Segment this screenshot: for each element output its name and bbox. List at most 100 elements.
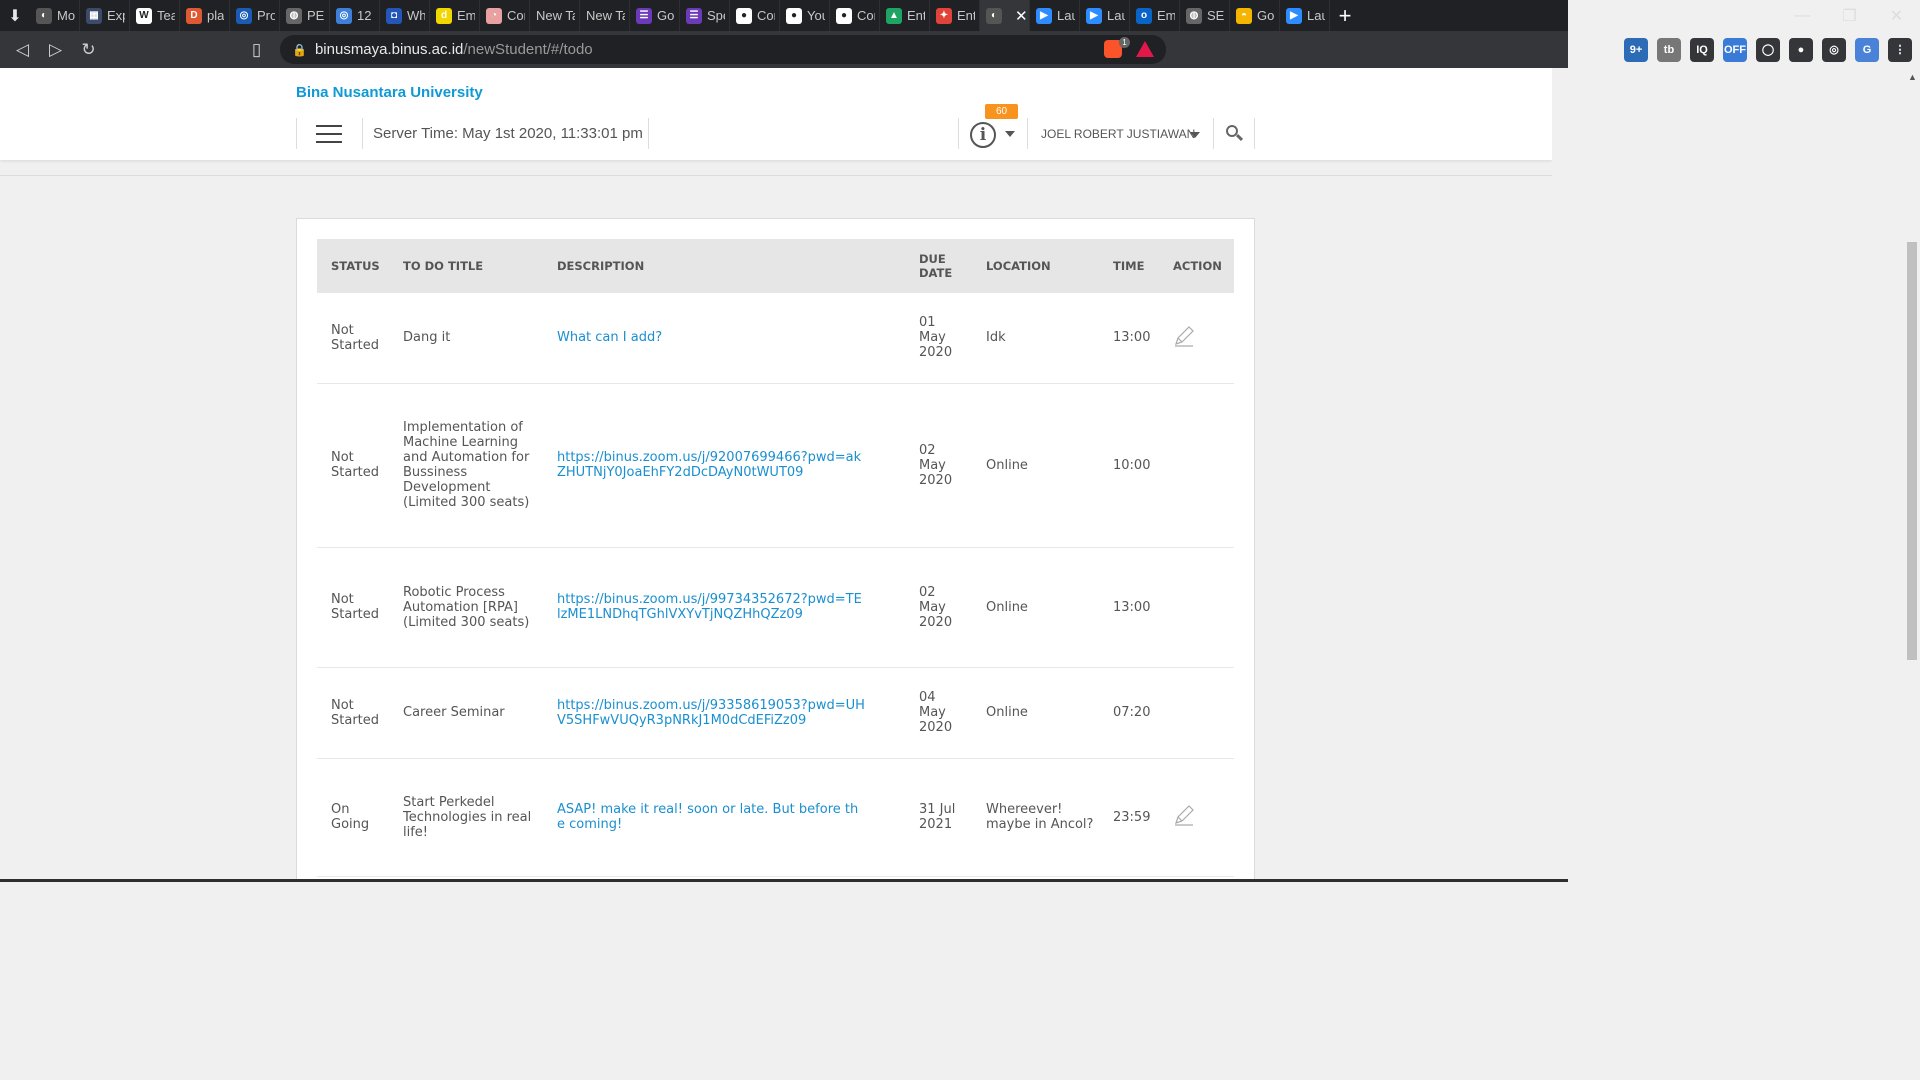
browser-tab[interactable]: ☰ Go bbox=[630, 0, 680, 31]
browser-tab[interactable]: o Em bbox=[1130, 0, 1180, 31]
edit-pencil-icon[interactable] bbox=[1173, 804, 1195, 826]
browser-tab[interactable]: W Tea bbox=[130, 0, 180, 31]
extension-icon[interactable]: ◎ bbox=[1822, 37, 1846, 62]
chevron-down-icon[interactable] bbox=[1190, 132, 1200, 138]
page-viewport: Bina Nusantara University Server Time: M… bbox=[0, 68, 1552, 882]
tab-title: Go bbox=[657, 8, 675, 23]
browser-tab[interactable]: Dpla bbox=[180, 0, 230, 31]
table-row[interactable]: On Going Start Perkedel Technologies in r… bbox=[317, 758, 1234, 877]
browser-tab[interactable]: ◍ PEN bbox=[280, 0, 330, 31]
notification-button[interactable]: i bbox=[970, 122, 1000, 150]
column-header-time[interactable]: TIME bbox=[1099, 239, 1159, 293]
browser-tab[interactable]: New Tab bbox=[530, 0, 580, 31]
address-bar[interactable]: 🔒 binusmaya.binus.ac.id/newStudent/#/tod… bbox=[280, 35, 1166, 64]
forward-button[interactable]: ▷ bbox=[39, 33, 72, 66]
browser-tab[interactable]: ✦ Ent bbox=[930, 0, 980, 31]
browser-tab[interactable]: d Em bbox=[430, 0, 480, 31]
table-row[interactable]: Not Started Implementation of Machine Lea… bbox=[317, 383, 1234, 548]
extension-icon[interactable]: ⋮ bbox=[1888, 37, 1912, 62]
download-icon[interactable]: ⬇ bbox=[0, 0, 30, 31]
extension-icon[interactable]: tb bbox=[1657, 37, 1681, 62]
due-date-part: 2020 bbox=[919, 472, 953, 488]
extension-icon[interactable]: OFF bbox=[1723, 37, 1747, 62]
edit-pencil-icon[interactable] bbox=[1173, 325, 1195, 347]
action-cell bbox=[1159, 667, 1234, 759]
due-date-part: 2020 bbox=[919, 614, 953, 630]
browser-tab[interactable]: ◎ Pro bbox=[230, 0, 280, 31]
tab-title: You bbox=[807, 8, 825, 23]
table-row[interactable]: Not Started Robotic Process Automation [R… bbox=[317, 547, 1234, 668]
divider bbox=[0, 175, 1552, 176]
due-date-cell: 04 May 2020 bbox=[905, 667, 972, 759]
description-link[interactable]: ASAP! make it real! soon or late. But be… bbox=[543, 758, 905, 877]
browser-tab[interactable]: ▶ Lau bbox=[1080, 0, 1130, 31]
scroll-up-icon[interactable]: ▲ bbox=[1908, 72, 1917, 82]
browser-tab[interactable]: ▦ Exp bbox=[80, 0, 130, 31]
brave-rewards-icon[interactable] bbox=[1136, 41, 1154, 57]
due-date-part: 2021 bbox=[919, 817, 953, 832]
due-date-part: 02 bbox=[919, 584, 936, 600]
minimize-button[interactable]: — bbox=[1779, 0, 1826, 31]
tab-title: Exp bbox=[107, 8, 125, 23]
status-cell: Not Started bbox=[317, 547, 389, 668]
tab-title: Wh bbox=[407, 8, 425, 23]
divider bbox=[1213, 118, 1214, 149]
due-date-part: May bbox=[919, 457, 946, 473]
browser-tab[interactable]: New Tab bbox=[580, 0, 630, 31]
due-date-part: 2020 bbox=[919, 720, 953, 735]
chevron-down-icon[interactable] bbox=[1005, 131, 1015, 137]
browser-tab[interactable]: ◘ Wh bbox=[380, 0, 430, 31]
description-link[interactable]: https://binus.zoom.us/j/93358619053?pwd=… bbox=[543, 667, 905, 759]
description-link[interactable]: https://binus.zoom.us/j/99734352672?pwd=… bbox=[543, 547, 905, 668]
description-link[interactable]: What can I add? bbox=[543, 293, 905, 384]
restore-button[interactable]: ❐ bbox=[1826, 0, 1873, 31]
table-row[interactable]: Not Started Dang it What can I add? 01 May 20… bbox=[317, 293, 1234, 384]
browser-tab[interactable]: ▲ Ent bbox=[880, 0, 930, 31]
tab-title: Go bbox=[1257, 8, 1275, 23]
brand-title[interactable]: Bina Nusantara University bbox=[296, 84, 483, 101]
browser-tab[interactable]: ◓ Go bbox=[1230, 0, 1280, 31]
browser-tab[interactable]: ● Con bbox=[730, 0, 780, 31]
extension-icon[interactable]: G bbox=[1855, 37, 1879, 62]
page-scrollbar[interactable]: ▲ bbox=[1904, 68, 1920, 882]
tab-favicon-icon: ☰ bbox=[686, 7, 702, 24]
extension-icon[interactable]: ◯ bbox=[1756, 37, 1780, 62]
extension-icon[interactable]: IQ bbox=[1690, 37, 1714, 62]
close-window-button[interactable]: ✕ bbox=[1873, 0, 1920, 31]
description-link[interactable]: https://binus.zoom.us/j/92007699466?pwd=… bbox=[543, 383, 905, 548]
tab-title: Em bbox=[1157, 8, 1175, 23]
reload-button[interactable]: ↻ bbox=[72, 33, 105, 66]
tab-favicon-icon: ✦ bbox=[936, 7, 952, 24]
active-browser-tab[interactable]: ◐ ✕ bbox=[980, 0, 1030, 31]
browser-tab[interactable]: ◐ Mo bbox=[30, 0, 80, 31]
header-line: DUE bbox=[919, 252, 946, 266]
action-cell bbox=[1159, 547, 1234, 668]
browser-tab[interactable]: ● You bbox=[780, 0, 830, 31]
browser-tab[interactable]: ◍ SEC bbox=[1180, 0, 1230, 31]
due-date-part: 01 bbox=[919, 315, 936, 331]
browser-tab[interactable]: ☰ Spe bbox=[680, 0, 730, 31]
column-header-due-date[interactable]: DUE DATE bbox=[905, 239, 972, 293]
browser-tab[interactable]: ▶ Lau bbox=[1280, 0, 1330, 31]
browser-tab[interactable]: ◔ Cor bbox=[480, 0, 530, 31]
scrollbar-thumb[interactable] bbox=[1907, 242, 1917, 660]
bookmark-button[interactable]: ▯ bbox=[240, 33, 273, 66]
search-icon[interactable] bbox=[1226, 125, 1244, 143]
browser-tab[interactable]: ● Con bbox=[830, 0, 880, 31]
back-button[interactable]: ◁ bbox=[6, 33, 39, 66]
extension-icon[interactable]: ● bbox=[1789, 37, 1813, 62]
column-header-description[interactable]: DESCRIPTION bbox=[543, 239, 905, 293]
column-header-location[interactable]: LOCATION bbox=[972, 239, 1099, 293]
column-header-title[interactable]: TO DO TITLE bbox=[389, 239, 543, 293]
menu-icon[interactable] bbox=[316, 125, 342, 143]
browser-tab[interactable]: ◎ 12 I bbox=[330, 0, 380, 31]
browser-tab[interactable]: ▶ Lau bbox=[1030, 0, 1080, 31]
new-tab-button[interactable]: + bbox=[1330, 3, 1360, 29]
extension-icon[interactable]: 9+ bbox=[1624, 37, 1648, 62]
browser-tab-strip: ⬇ ◐ Mo ▦ Exp W Tea Dpla ◎ Pro ◍ PEN ◎ 12 I ◘ Whd Em ◔ Cor N… bbox=[0, 0, 1568, 31]
brave-shield-count: 1 bbox=[1119, 37, 1130, 48]
close-tab-icon[interactable]: ✕ bbox=[1015, 7, 1028, 25]
table-row[interactable]: Not Started Career Seminar https://binus.z… bbox=[317, 667, 1234, 759]
user-menu[interactable]: JOEL ROBERT JUSTIAWAN bbox=[1041, 127, 1195, 141]
column-header-status[interactable]: STATUS bbox=[317, 239, 389, 293]
